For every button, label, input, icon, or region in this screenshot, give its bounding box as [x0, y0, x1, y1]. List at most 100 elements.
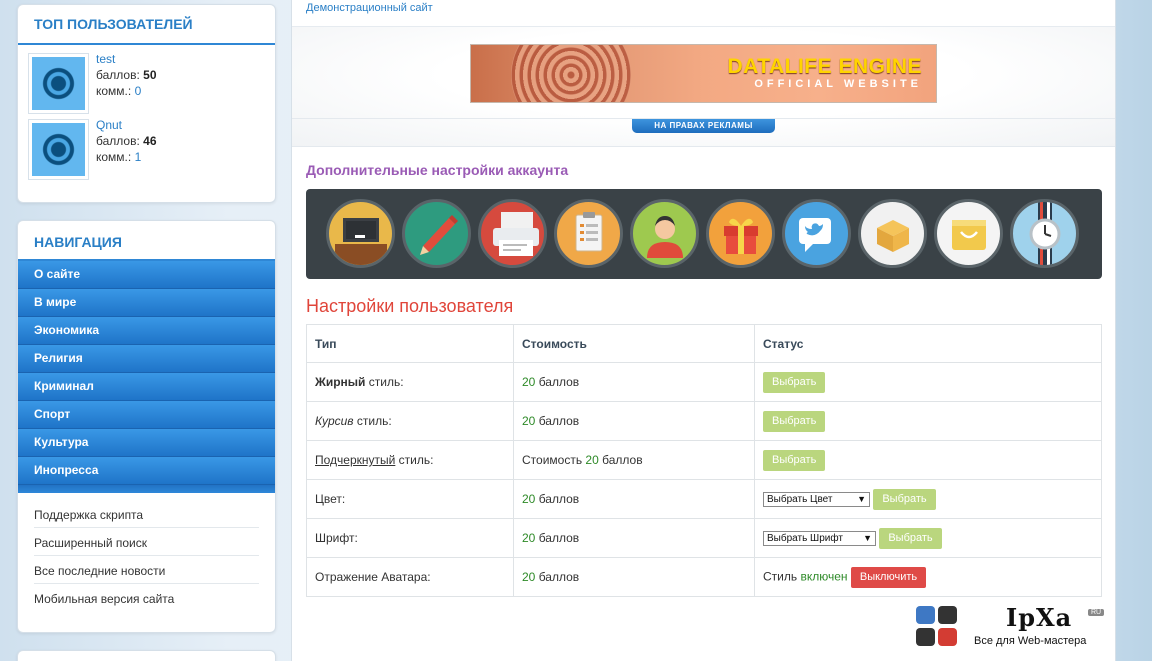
- table-header-row: Тип Стоимость Статус: [306, 324, 1102, 363]
- main-content: Демонстрационный сайт DATALIFE ENGINE OF…: [291, 0, 1116, 661]
- table-row: Отражение Аватара: 20 баллов Стиль включ…: [306, 557, 1102, 597]
- gift-icon[interactable]: [706, 199, 775, 268]
- select-button[interactable]: Выбрать: [763, 371, 826, 393]
- ad-badge: НА ПРАВАХ РЕКЛАМЫ: [632, 119, 775, 133]
- table-row: Подчеркнутый стиль: Стоимость 20 баллов …: [306, 440, 1102, 480]
- nav-item-crime[interactable]: Криминал: [18, 373, 275, 401]
- cost-value: 20: [522, 375, 536, 389]
- nav-divider: [18, 485, 275, 493]
- watermark-title: IpXa: [1006, 603, 1073, 632]
- cost-prefix: Стоимость: [522, 453, 586, 467]
- cost-value: 20: [522, 492, 536, 506]
- nav-item-economy[interactable]: Экономика: [18, 317, 275, 345]
- points-value: 46: [143, 134, 157, 148]
- style-suffix: стиль:: [365, 375, 404, 389]
- user-entry: test баллов: 50 комм.: 0: [18, 45, 275, 118]
- comments-label: комм.:: [96, 84, 132, 98]
- globe-image: [511, 45, 631, 102]
- column-header-cost: Стоимость: [513, 324, 755, 363]
- user-name-link[interactable]: Qnut: [96, 117, 157, 133]
- shopping-bag-icon[interactable]: [934, 199, 1003, 268]
- watermark-subtitle: Все для Web-мастера: [974, 635, 1087, 647]
- cost-unit: баллов: [535, 375, 580, 389]
- style-name: Курсив: [315, 414, 354, 428]
- nav-item-sport[interactable]: Спорт: [18, 401, 275, 429]
- banner-title: DATALIFE ENGINE: [727, 55, 922, 78]
- banner-subtitle: OFFICIAL WEBSITE: [754, 78, 922, 90]
- nav-links: Поддержка скрипта Расширенный поиск Все …: [18, 493, 275, 612]
- pencil-icon[interactable]: [402, 199, 471, 268]
- avatar[interactable]: [28, 119, 89, 180]
- style-name: Подчеркнутый: [315, 453, 396, 467]
- user-entry: Qnut баллов: 46 комм.: 1: [18, 118, 275, 184]
- avatar[interactable]: [28, 53, 89, 114]
- style-name: Жирный: [315, 375, 366, 389]
- column-header-status: Статус: [754, 324, 1102, 363]
- user-settings-title: Настройки пользователя: [306, 296, 514, 316]
- nav-link-latest-news[interactable]: Все последние новости: [34, 556, 259, 584]
- box-icon[interactable]: [858, 199, 927, 268]
- chevron-down-icon: ▼: [863, 532, 872, 543]
- additional-settings-title: Дополнительные настройки аккаунта: [306, 162, 569, 178]
- clipboard-icon[interactable]: [554, 199, 623, 268]
- chevron-down-icon: ▼: [857, 493, 866, 504]
- comments-link[interactable]: 1: [135, 150, 142, 164]
- nav-item-culture[interactable]: Культура: [18, 429, 275, 457]
- style-suffix: стиль:: [353, 414, 392, 428]
- color-select[interactable]: Выбрать Цвет ▼: [763, 491, 870, 507]
- nav-link-mobile-version[interactable]: Мобильная версия сайта: [34, 584, 259, 612]
- setting-type: Отражение Аватара:: [306, 557, 514, 597]
- select-button[interactable]: Выбрать: [879, 527, 942, 549]
- points-label: баллов:: [96, 134, 140, 148]
- disable-button[interactable]: Выключить: [850, 566, 927, 588]
- cost-value: 20: [585, 453, 599, 467]
- table-row: Курсив стиль: 20 баллов Выбрать: [306, 401, 1102, 441]
- nav-item-religion[interactable]: Религия: [18, 345, 275, 373]
- watermark-ru-badge: RU: [1088, 609, 1105, 616]
- select-button[interactable]: Выбрать: [873, 488, 936, 510]
- navigation-title: Навигация: [18, 221, 275, 261]
- font-select-value: Выбрать Шрифт: [767, 532, 843, 544]
- color-select-value: Выбрать Цвет: [767, 493, 833, 505]
- setting-type: Шрифт:: [306, 518, 514, 558]
- select-button[interactable]: Выбрать: [763, 410, 826, 432]
- style-suffix: стиль:: [395, 453, 434, 467]
- nav-link-support[interactable]: Поддержка скрипта: [34, 500, 259, 528]
- avatar-image: [32, 57, 85, 110]
- points-value: 50: [143, 68, 157, 82]
- cost-value: 20: [522, 414, 536, 428]
- logo-square: [916, 628, 935, 646]
- navigation-menu: О сайте В мире Экономика Религия Кримина…: [18, 261, 275, 493]
- sidebar-next-panel: [17, 650, 276, 661]
- avatar-image: [32, 123, 85, 176]
- twitter-icon[interactable]: [782, 199, 851, 268]
- font-select[interactable]: Выбрать Шрифт ▼: [763, 530, 876, 546]
- blackboard-icon[interactable]: [326, 199, 395, 268]
- user-icon[interactable]: [630, 199, 699, 268]
- top-users-panel: Топ пользователей test баллов: 50 комм.:…: [17, 4, 276, 203]
- ad-banner[interactable]: DATALIFE ENGINE OFFICIAL WEBSITE: [470, 44, 937, 103]
- status-value: включен: [800, 569, 848, 584]
- comments-label: комм.:: [96, 150, 132, 164]
- user-name-link[interactable]: test: [96, 51, 157, 67]
- nav-item-inopressa[interactable]: Инопресса: [18, 457, 275, 485]
- printer-icon[interactable]: [478, 199, 547, 268]
- select-button[interactable]: Выбрать: [763, 449, 826, 471]
- nav-item-about[interactable]: О сайте: [18, 261, 275, 289]
- top-users-title: Топ пользователей: [18, 5, 275, 45]
- comments-link[interactable]: 0: [135, 84, 142, 98]
- logo-square: [916, 606, 935, 624]
- cost-unit: баллов: [535, 414, 580, 428]
- status-prefix: Стиль: [763, 569, 801, 584]
- points-label: баллов:: [96, 68, 140, 82]
- table-row: Цвет: 20 баллов Выбрать Цвет ▼ Выбрать: [306, 479, 1102, 519]
- ipxa-watermark: IpXa RU Все для Web-мастера: [914, 603, 1114, 655]
- nav-link-advanced-search[interactable]: Расширенный поиск: [34, 528, 259, 556]
- logo-square: [938, 628, 957, 646]
- ad-area: DATALIFE ENGINE OFFICIAL WEBSITE НА ПРАВ…: [292, 27, 1115, 147]
- cost-unit: баллов: [598, 453, 643, 467]
- watch-icon[interactable]: [1010, 199, 1079, 268]
- nav-item-world[interactable]: В мире: [18, 289, 275, 317]
- settings-table: Тип Стоимость Статус Жирный стиль: 20 ба…: [306, 324, 1102, 597]
- site-link[interactable]: Демонстрационный сайт: [306, 2, 433, 14]
